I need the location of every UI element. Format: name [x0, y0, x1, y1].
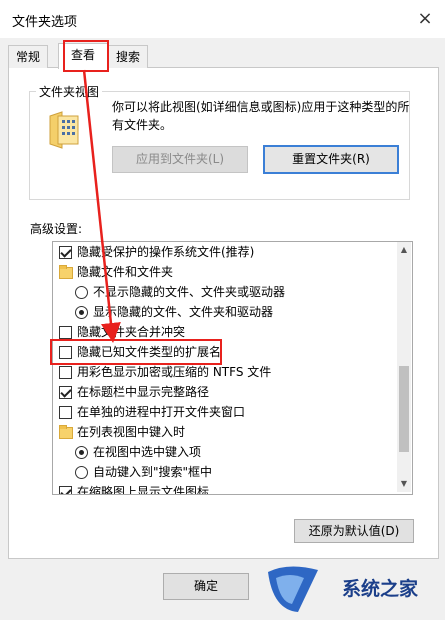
checkbox[interactable]	[59, 246, 72, 259]
list-item-label: 在标题栏中显示完整路径	[77, 385, 210, 399]
checkbox[interactable]	[59, 386, 72, 399]
checkbox[interactable]	[59, 326, 72, 339]
checkbox[interactable]	[59, 366, 72, 379]
folder-icon	[59, 265, 73, 279]
folder-icon	[59, 425, 73, 439]
list-item-label: 用彩色显示加密或压缩的 NTFS 文件	[77, 365, 272, 379]
window-title: 文件夹选项	[12, 15, 78, 30]
close-button[interactable]: ×	[412, 6, 438, 32]
tab-search[interactable]: 搜索	[108, 45, 148, 68]
restore-defaults-button[interactable]: 还原为默认值(D)	[294, 519, 414, 543]
list-item-label: 在视图中选中键入项	[93, 445, 202, 459]
apply-to-folders-button[interactable]: 应用到文件夹(L)	[112, 146, 248, 173]
ok-button[interactable]: 确定	[163, 573, 249, 600]
advanced-settings-label: 高级设置:	[30, 222, 83, 236]
annotation-highlight-box	[50, 339, 222, 365]
reset-folders-button[interactable]: 重置文件夹(R)	[263, 145, 399, 174]
list-item-label: 显示隐藏的文件、文件夹和驱动器	[93, 305, 274, 319]
list-item-label: 不显示隐藏的文件、文件夹或驱动器	[93, 285, 286, 299]
annotation-tab-highlight	[63, 40, 109, 72]
list-item-label: 自动键入到"搜索"框中	[93, 465, 213, 479]
folder-views-description: 你可以将此视图(如详细信息或图标)应用于这种类型的所有文件夹。	[112, 100, 410, 132]
advanced-settings-list[interactable]: 隐藏受保护的操作系统文件(推荐) 隐藏文件和文件夹不显示隐藏的文件、文件夹或驱动器…	[52, 241, 413, 495]
watermark-text: 系统之家	[342, 578, 419, 600]
radio-button[interactable]	[75, 466, 88, 479]
folder-view-icon	[49, 111, 79, 149]
scroll-down-icon[interactable]: ▼	[397, 478, 411, 490]
checkbox[interactable]	[59, 406, 72, 419]
scroll-up-icon[interactable]: ▲	[397, 244, 411, 256]
list-item-label: 在单独的进程中打开文件夹窗口	[77, 405, 246, 419]
list-item-label: 在列表视图中键入时	[77, 425, 186, 439]
list-item-label: 在缩略图上显示文件图标	[77, 485, 210, 495]
folder-views-title: 文件夹视图	[36, 83, 103, 100]
scrollbar-thumb[interactable]	[399, 366, 409, 452]
checkbox[interactable]	[59, 486, 72, 494]
radio-button[interactable]	[75, 446, 88, 459]
radio-button[interactable]	[75, 306, 88, 319]
list-item-label: 隐藏文件和文件夹	[77, 265, 174, 279]
tab-general[interactable]: 常规	[8, 45, 48, 68]
radio-button[interactable]	[75, 286, 88, 299]
list-item-label: 隐藏受保护的操作系统文件(推荐)	[77, 245, 255, 259]
